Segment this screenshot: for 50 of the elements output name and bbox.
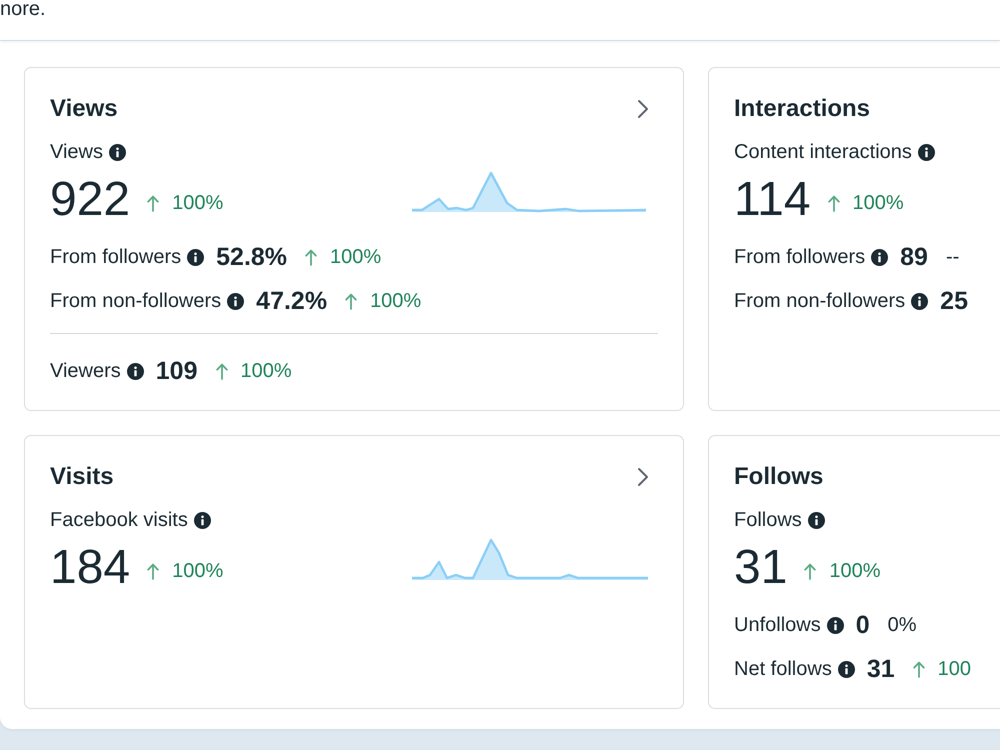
metric-value: 47.2% [256, 286, 328, 317]
info-icon[interactable] [911, 292, 928, 310]
info-icon[interactable] [227, 292, 244, 310]
card-title: Interactions [734, 94, 870, 124]
change-percent: 100% [240, 359, 292, 383]
metric-label: Unfollows [734, 613, 821, 637]
metric-total: 184 [50, 542, 130, 594]
metric-total: 31 [734, 542, 788, 594]
info-icon[interactable] [194, 512, 211, 528]
info-icon[interactable] [808, 512, 825, 528]
info-icon[interactable] [187, 248, 204, 266]
chevron-right-icon[interactable] [637, 467, 649, 487]
chevron-right-icon[interactable] [637, 99, 649, 119]
metric-label: Content interactions [734, 140, 912, 164]
metric-value: 0 [856, 610, 870, 641]
info-icon[interactable] [871, 248, 888, 266]
metric-label: Net follows [734, 657, 832, 681]
card-title: Follows [734, 462, 824, 492]
metric-label: Viewers [50, 359, 121, 383]
metric-label: From followers [734, 245, 866, 269]
metric-label: Views [50, 140, 103, 164]
card-title: Views [50, 94, 118, 124]
metric-total: 922 [50, 174, 130, 226]
metric-label: From non-followers [734, 289, 906, 313]
metric-label: From non-followers [50, 289, 222, 313]
info-icon[interactable] [126, 362, 144, 380]
card-title: Visits [50, 462, 114, 492]
metric-value: 109 [156, 356, 198, 387]
metric-value: 25 [940, 286, 968, 317]
info-icon[interactable] [838, 660, 855, 678]
info-icon[interactable] [826, 616, 844, 634]
metric-value: 89 [900, 242, 928, 273]
metric-label: From followers [50, 245, 182, 269]
change-percent: -- [946, 245, 960, 269]
description-text: nore. [0, 0, 46, 18]
change-percent: 100% [852, 191, 904, 215]
change-percent: 100% [370, 289, 422, 313]
change-percent: 100% [330, 245, 382, 269]
metric-value: 52.8% [216, 242, 288, 273]
info-icon[interactable] [918, 144, 935, 160]
change-percent: 100 [938, 657, 971, 681]
metric-label: Facebook visits [50, 508, 188, 532]
change-percent: 0% [888, 613, 917, 637]
change-percent: 100% [172, 559, 224, 583]
change-percent: 100% [172, 191, 224, 215]
metric-total: 114 [734, 174, 811, 226]
info-icon[interactable] [109, 144, 126, 160]
change-percent: 100% [829, 559, 881, 583]
metric-label: Follows [734, 508, 802, 532]
metric-value: 31 [866, 654, 895, 685]
